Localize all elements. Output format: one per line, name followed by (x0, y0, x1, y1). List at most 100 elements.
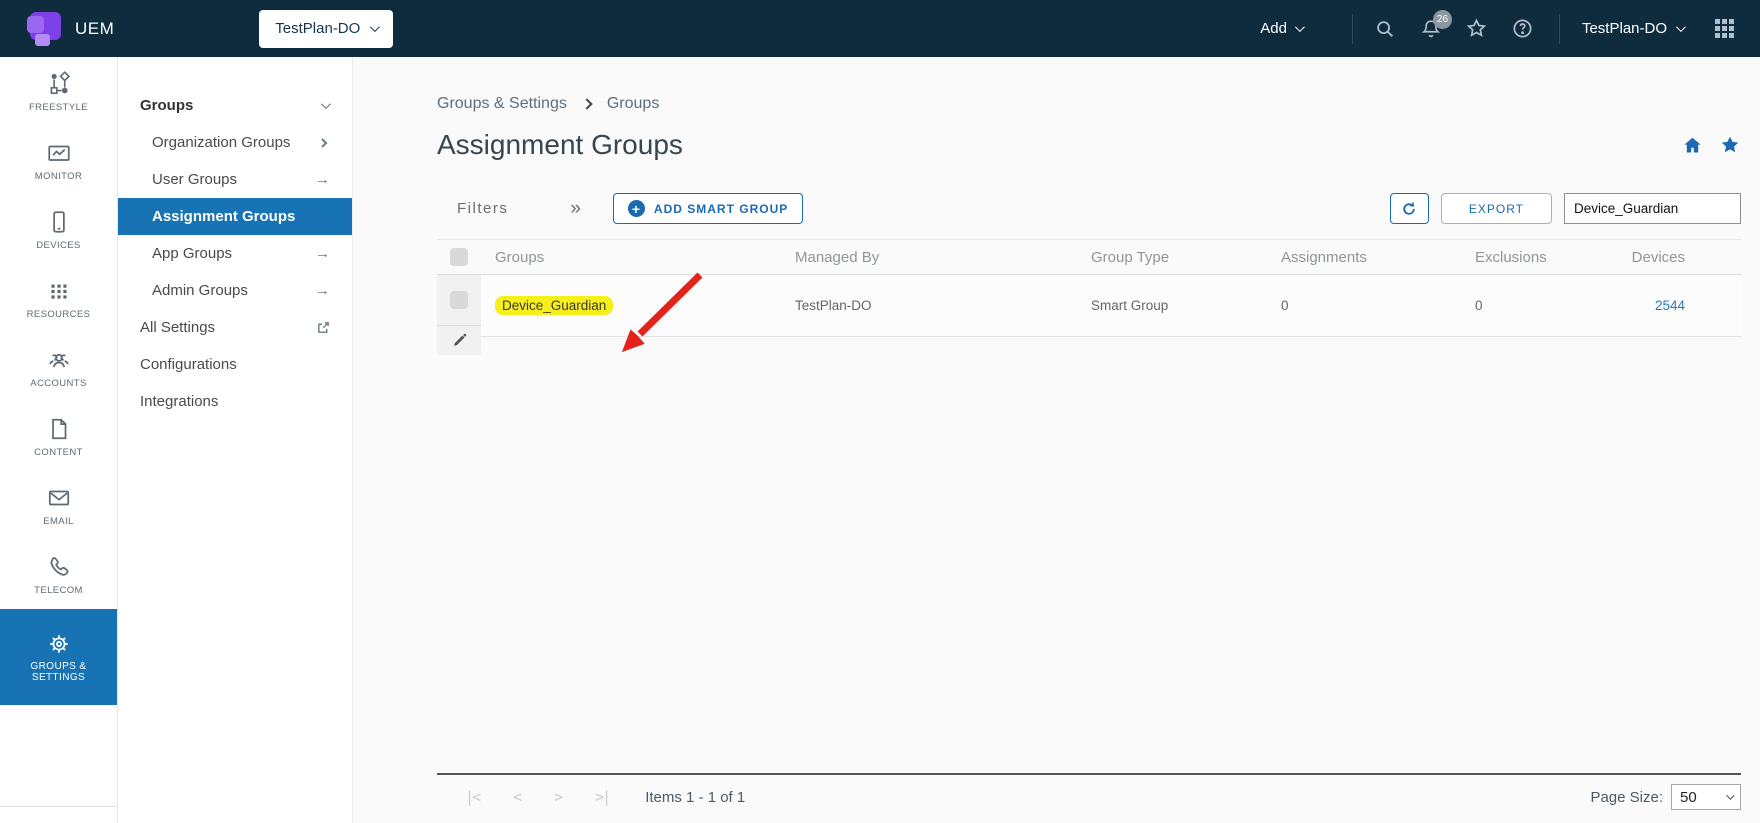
sidebar-item-label: TELECOM (34, 585, 83, 596)
plus-circle-icon: + (628, 200, 645, 217)
export-button[interactable]: EXPORT (1441, 193, 1552, 224)
arrow-right-icon: → (315, 245, 330, 262)
subnav-item-app-groups[interactable]: App Groups → (118, 235, 352, 272)
brand-name: UEM (75, 19, 114, 39)
subnav-item-user-groups[interactable]: User Groups → (118, 161, 352, 198)
last-page-button[interactable]: >| (595, 788, 609, 806)
arrow-right-icon: → (315, 171, 330, 188)
subnav-item-admin-groups[interactable]: Admin Groups → (118, 272, 352, 309)
subnav-header-groups[interactable]: Groups (118, 87, 352, 124)
sidebar-item-groups-settings[interactable]: GROUPS & SETTINGS (0, 609, 117, 705)
add-smart-group-label: ADD SMART GROUP (654, 202, 788, 216)
home-icon[interactable] (1682, 135, 1703, 156)
items-count-label: Items 1 - 1 of 1 (645, 789, 745, 806)
brand: UEM (27, 12, 114, 46)
row-action-cell (437, 275, 481, 355)
chevron-right-icon (581, 98, 592, 109)
add-smart-group-button[interactable]: + ADD SMART GROUP (613, 193, 803, 224)
subnav-header-label: Groups (140, 97, 193, 114)
sidebar-item-devices[interactable]: DEVICES (0, 195, 117, 264)
monitor-icon (46, 140, 72, 166)
subnav-item-label: Assignment Groups (152, 208, 295, 225)
column-header-assignments[interactable]: Assignments (1267, 249, 1461, 266)
telecom-icon (46, 554, 72, 580)
resources-icon (46, 278, 72, 304)
page-size-label: Page Size: (1590, 789, 1663, 806)
help-icon[interactable] (1511, 17, 1535, 41)
subnav-item-label: Admin Groups (152, 282, 248, 299)
chevron-right-icon (318, 137, 330, 149)
sidebar-item-resources[interactable]: RESOURCES (0, 264, 117, 333)
subnav-item-integrations[interactable]: Integrations (118, 383, 352, 420)
sidebar-item-accounts[interactable]: ACCOUNTS (0, 333, 117, 402)
subnav-item-label: All Settings (140, 319, 215, 336)
email-icon (46, 485, 72, 511)
subnav-item-configurations[interactable]: Configurations (118, 346, 352, 383)
chevron-down-icon (1726, 791, 1734, 799)
app-launcher-icon[interactable] (1715, 19, 1734, 38)
pagination: |< < > >| (465, 788, 609, 806)
account-name: TestPlan-DO (1582, 20, 1667, 37)
sidebar-item-email[interactable]: EMAIL (0, 471, 117, 540)
select-all-checkbox[interactable] (450, 248, 468, 266)
exclusions-value: 0 (1461, 275, 1626, 337)
devices-count-link[interactable]: 2544 (1655, 298, 1685, 313)
topbar-divider (1352, 14, 1353, 44)
subnav-item-all-settings[interactable]: All Settings (118, 309, 352, 346)
subnav-item-label: Organization Groups (152, 134, 290, 151)
group-name-link[interactable]: Device_Guardian (495, 296, 613, 315)
subnav-item-assignment-groups[interactable]: Assignment Groups (118, 198, 352, 235)
filters-toggle[interactable]: Filters (457, 200, 508, 217)
page-size-select[interactable]: 50 (1671, 784, 1741, 810)
arrow-right-icon: → (315, 282, 330, 299)
managed-by-value: TestPlan-DO (781, 275, 1077, 337)
subnav-item-organization-groups[interactable]: Organization Groups (118, 124, 352, 161)
subnav-item-label: Integrations (140, 393, 218, 410)
organization-group-selector[interactable]: TestPlan-DO (259, 10, 393, 48)
content-icon (46, 416, 72, 442)
sidebar-item-label: ACCOUNTS (30, 378, 87, 389)
sidebar-item-label: DEVICES (36, 240, 81, 251)
sidebar-item-monitor[interactable]: MONITOR (0, 126, 117, 195)
subnav-item-label: User Groups (152, 171, 237, 188)
sidebar-item-telecom[interactable]: TELECOM (0, 540, 117, 609)
breadcrumb-groups[interactable]: Groups (607, 95, 659, 113)
first-page-button[interactable]: |< (465, 788, 479, 806)
next-page-button[interactable]: > (554, 788, 561, 806)
column-header-groups[interactable]: Groups (481, 249, 781, 266)
organization-group-label: TestPlan-DO (275, 20, 360, 37)
chevron-down-icon (321, 99, 331, 109)
edit-pencil-icon[interactable] (451, 326, 468, 355)
uem-logo-icon (27, 12, 61, 46)
previous-page-button[interactable]: < (513, 788, 520, 806)
sidebar-item-label: EMAIL (43, 516, 74, 527)
main-content: Groups & Settings Groups Assignment Grou… (353, 57, 1760, 823)
row-checkbox[interactable] (450, 291, 468, 309)
column-header-exclusions[interactable]: Exclusions (1461, 249, 1626, 266)
main-sidebar: FREESTYLE MONITOR DEVICES RESOURCES ACCO… (0, 57, 118, 823)
refresh-button[interactable] (1390, 193, 1429, 224)
sidebar-item-label: FREESTYLE (29, 102, 88, 113)
breadcrumb-groups-settings[interactable]: Groups & Settings (437, 95, 567, 113)
sidebar-item-content[interactable]: CONTENT (0, 402, 117, 471)
sidebar-item-label: MONITOR (35, 171, 82, 182)
freestyle-icon (46, 71, 72, 97)
notifications-bell-icon[interactable]: 26 (1419, 17, 1443, 41)
favorite-star-icon[interactable] (1719, 134, 1741, 156)
chevron-down-icon (370, 22, 380, 32)
add-menu-button[interactable]: Add (1260, 20, 1302, 37)
subnav-item-label: App Groups (152, 245, 232, 262)
favorites-star-icon[interactable] (1465, 17, 1489, 41)
page-title: Assignment Groups (437, 129, 683, 161)
account-menu-button[interactable]: TestPlan-DO (1582, 20, 1683, 37)
filters-expand-icon[interactable]: » (570, 199, 581, 218)
subnav-item-label: Configurations (140, 356, 237, 373)
search-icon[interactable] (1373, 17, 1397, 41)
column-header-managed-by[interactable]: Managed By (781, 249, 1077, 266)
column-header-group-type[interactable]: Group Type (1077, 249, 1267, 266)
grid-search-input[interactable] (1564, 193, 1741, 224)
sidebar-item-freestyle[interactable]: FREESTYLE (0, 57, 117, 126)
assignments-value: 0 (1267, 275, 1461, 337)
gear-icon (47, 632, 71, 656)
column-header-devices[interactable]: Devices (1626, 249, 1741, 266)
